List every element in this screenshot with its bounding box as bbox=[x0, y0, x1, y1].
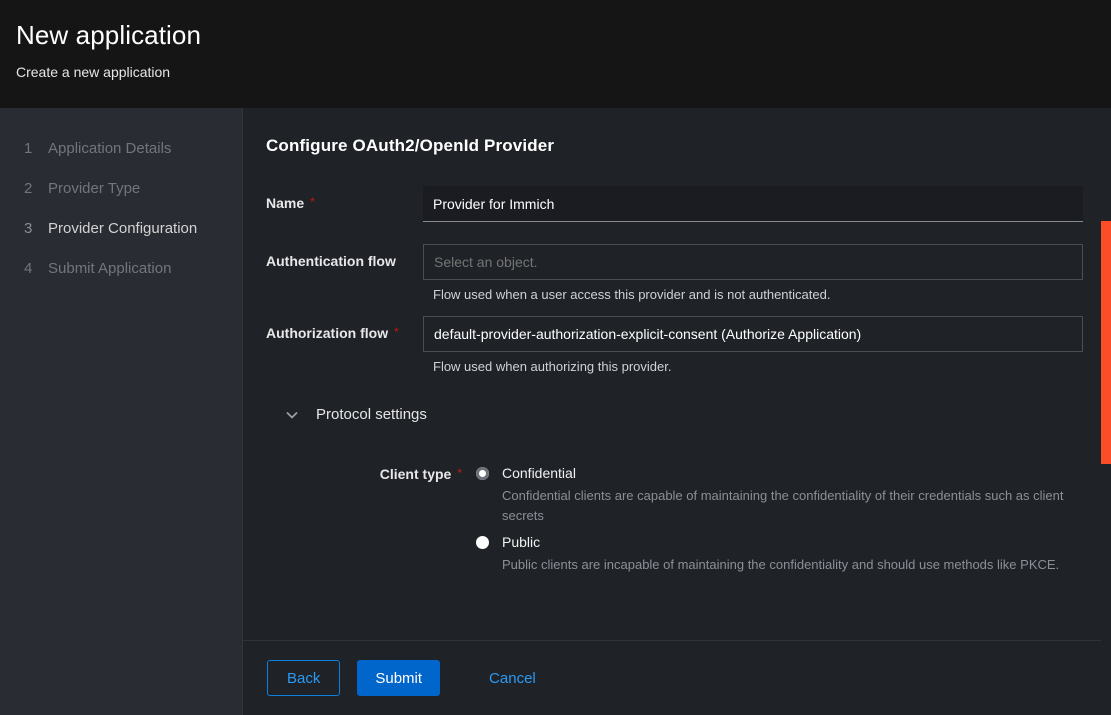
required-asterisk: * bbox=[394, 325, 399, 339]
wizard-step-provider-type[interactable]: 2 Provider Type bbox=[0, 168, 242, 208]
wizard-step-provider-configuration[interactable]: 3 Provider Configuration bbox=[0, 208, 242, 248]
step-label: Provider Configuration bbox=[48, 220, 197, 237]
field-client-type-label-col: Client type * bbox=[266, 465, 476, 583]
protocol-settings-label: Protocol settings bbox=[316, 406, 427, 423]
authorization-flow-select[interactable] bbox=[423, 316, 1083, 352]
step-number: 1 bbox=[24, 140, 48, 157]
step-label: Submit Application bbox=[48, 260, 171, 277]
submit-button[interactable]: Submit bbox=[357, 660, 440, 696]
page-title: New application bbox=[16, 20, 201, 51]
step-number: 4 bbox=[24, 260, 48, 277]
radio-option-public: Public Public clients are incapable of m… bbox=[476, 534, 1083, 575]
wizard-footer: Back Submit Cancel bbox=[243, 640, 1111, 715]
authentication-flow-select[interactable] bbox=[423, 244, 1083, 280]
required-asterisk: * bbox=[310, 195, 315, 209]
form-title: Configure OAuth2/OpenId Provider bbox=[266, 136, 1083, 156]
vertical-scrollbar-thumb[interactable] bbox=[1101, 221, 1111, 464]
radio-option-confidential: Confidential Confidential clients are ca… bbox=[476, 465, 1083, 526]
field-authorization-flow-control-col: Flow used when authorizing this provider… bbox=[423, 316, 1083, 374]
radio-unselected-icon[interactable] bbox=[476, 536, 489, 549]
required-asterisk: * bbox=[457, 466, 462, 480]
page-subtitle: Create a new application bbox=[16, 64, 170, 80]
masthead: New application Create a new application bbox=[0, 0, 1111, 108]
radio-public[interactable]: Public bbox=[476, 534, 1083, 550]
wizard-step-application-details[interactable]: 1 Application Details bbox=[0, 128, 242, 168]
field-authentication-flow: Authentication flow Flow used when a use… bbox=[266, 244, 1083, 302]
wizard-step-submit-application[interactable]: 4 Submit Application bbox=[0, 248, 242, 288]
cancel-button[interactable]: Cancel bbox=[489, 670, 536, 687]
vertical-scrollbar-track[interactable] bbox=[1101, 108, 1111, 715]
protocol-settings-toggle[interactable]: Protocol settings bbox=[284, 406, 1083, 423]
chevron-down-icon bbox=[284, 407, 300, 423]
radio-confidential[interactable]: Confidential bbox=[476, 465, 1083, 481]
field-authorization-flow-label: Authorization flow bbox=[266, 325, 388, 341]
step-label: Provider Type bbox=[48, 180, 140, 197]
step-label: Application Details bbox=[48, 140, 171, 157]
new-application-wizard: New application Create a new application… bbox=[0, 0, 1111, 715]
radio-public-description: Public clients are incapable of maintain… bbox=[502, 555, 1077, 575]
back-button[interactable]: Back bbox=[267, 660, 340, 696]
field-client-type: Client type * Confidential Confidential c… bbox=[266, 465, 1083, 583]
step-number: 2 bbox=[24, 180, 48, 197]
field-name-control-col bbox=[423, 186, 1083, 222]
radio-confidential-label: Confidential bbox=[502, 465, 576, 481]
wizard-step-nav: 1 Application Details 2 Provider Type 3 … bbox=[0, 108, 243, 715]
field-authorization-flow: Authorization flow * Flow used when autho… bbox=[266, 316, 1083, 374]
field-name-label: Name bbox=[266, 195, 304, 211]
field-authentication-flow-label: Authentication flow bbox=[266, 253, 396, 269]
field-authorization-flow-label-col: Authorization flow * bbox=[266, 316, 423, 374]
radio-public-label: Public bbox=[502, 534, 540, 550]
field-name-label-col: Name * bbox=[266, 186, 423, 222]
step-number: 3 bbox=[24, 220, 48, 237]
wizard-content-pane: Configure OAuth2/OpenId Provider Name * A… bbox=[243, 108, 1111, 640]
radio-selected-icon[interactable] bbox=[476, 467, 489, 480]
field-authentication-flow-control-col: Flow used when a user access this provid… bbox=[423, 244, 1083, 302]
authorization-flow-helper-text: Flow used when authorizing this provider… bbox=[423, 352, 1083, 374]
radio-confidential-description: Confidential clients are capable of main… bbox=[502, 486, 1077, 526]
field-client-type-label: Client type bbox=[380, 466, 452, 482]
authentication-flow-helper-text: Flow used when a user access this provid… bbox=[423, 280, 1083, 302]
client-type-radio-group: Confidential Confidential clients are ca… bbox=[476, 465, 1083, 583]
name-input[interactable] bbox=[423, 186, 1083, 222]
field-name: Name * bbox=[266, 186, 1083, 222]
field-authentication-flow-label-col: Authentication flow bbox=[266, 244, 423, 302]
